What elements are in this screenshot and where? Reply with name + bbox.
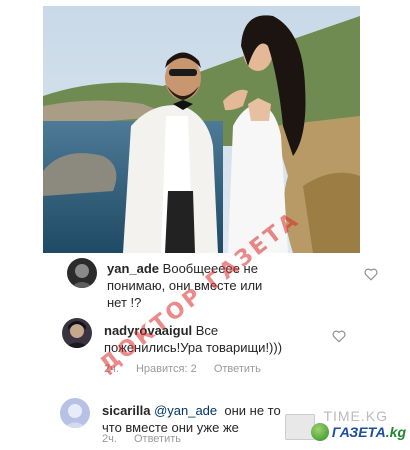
comment-username[interactable]: yan_ade [107, 261, 159, 276]
brand-gazeta: ГАЗЕТА.kg [310, 422, 406, 442]
comment-username[interactable]: sicarilla [102, 403, 150, 418]
brand-gazeta-label: ГАЗЕТА.kg [332, 424, 406, 440]
avatar[interactable] [60, 398, 90, 428]
avatar[interactable] [67, 258, 97, 288]
heart-icon[interactable] [332, 330, 346, 343]
comment-time: 2ч. [102, 433, 117, 445]
comment-line: нет !? [107, 295, 142, 310]
brand-gazeta-suffix: .kg [385, 424, 406, 440]
comment-meta: 2ч. Ответить [102, 433, 195, 445]
avatar[interactable] [62, 318, 92, 348]
comment-line: они не то [224, 403, 281, 418]
heart-icon[interactable] [364, 268, 378, 281]
brand-gazeta-name: ГАЗЕТА [331, 424, 386, 440]
comment-line: Все [195, 323, 219, 338]
comment-meta: 2ч. Нравится: 2 Ответить [104, 363, 275, 375]
comment-likes[interactable]: Нравится: 2 [136, 363, 197, 375]
reply-button[interactable]: Ответить [214, 363, 261, 375]
mention-link[interactable]: @yan_ade [154, 403, 217, 418]
globe-icon [310, 423, 329, 441]
wedding-photo [43, 6, 360, 253]
reply-button[interactable]: Ответить [134, 433, 181, 445]
